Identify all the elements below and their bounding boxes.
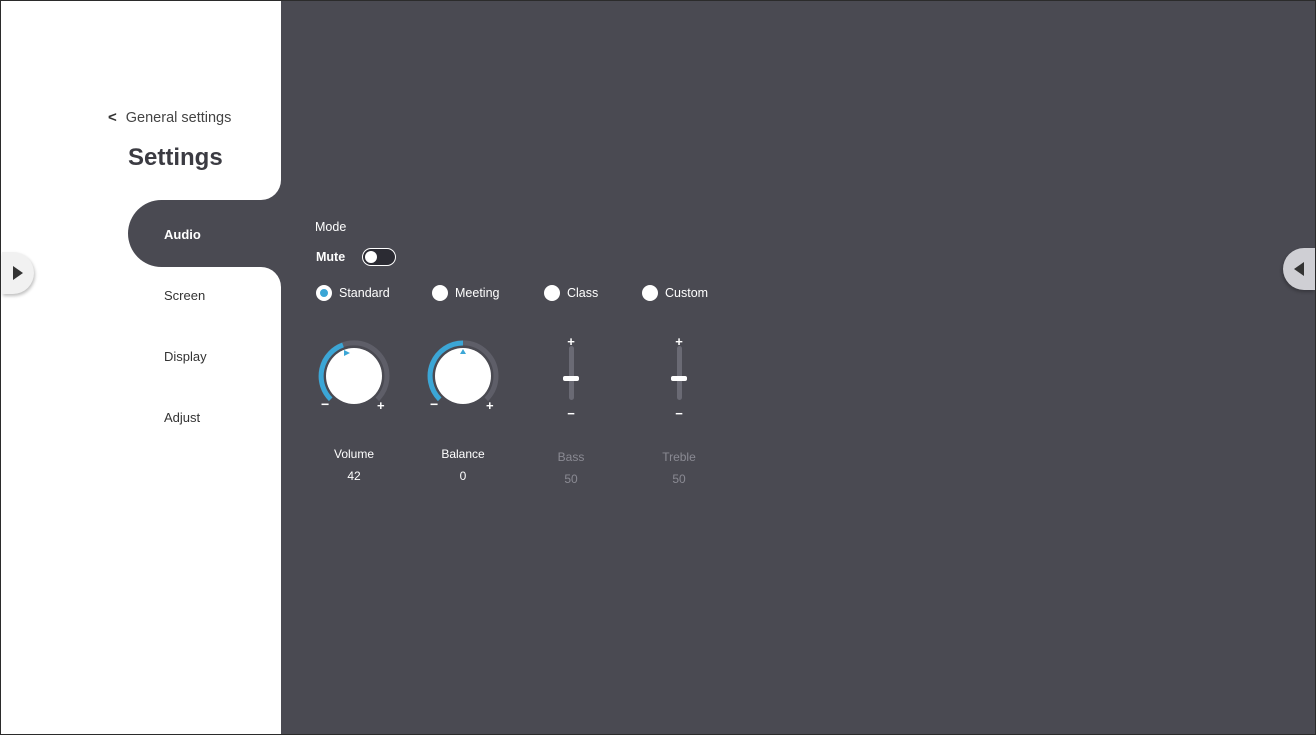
radio-selected-icon (316, 285, 332, 301)
bass-value: 50 (564, 472, 578, 486)
selected-tab-background (128, 200, 281, 267)
mode-radio-standard[interactable]: Standard (316, 285, 390, 301)
treble-label: Treble (662, 450, 696, 464)
balance-value: 0 (459, 469, 467, 483)
minus-icon: − (567, 406, 575, 421)
treble-slider[interactable]: + − (669, 334, 689, 421)
radio-label: Meeting (455, 286, 500, 300)
chevron-left-icon: < (108, 109, 117, 126)
mute-toggle[interactable] (362, 248, 396, 266)
triangle-right-icon (13, 266, 23, 280)
minus-icon: − (675, 406, 683, 421)
mode-label: Mode (315, 220, 347, 234)
volume-value: 42 (347, 469, 361, 483)
sidebar-item-adjust[interactable]: Adjust (164, 410, 200, 425)
radio-label: Custom (665, 286, 709, 300)
radio-unselected-icon (432, 285, 448, 301)
page-title: Settings (128, 144, 223, 171)
back-label: General settings (125, 109, 232, 126)
radio-label: Class (567, 286, 599, 300)
minus-icon: − (430, 396, 439, 412)
sidebar-item-screen[interactable]: Screen (164, 288, 205, 303)
sidebar-item-display[interactable]: Display (164, 349, 207, 364)
mode-radio-meeting[interactable]: Meeting (432, 285, 499, 301)
bass-label: Bass (557, 450, 585, 464)
volume-label: Volume (333, 447, 375, 461)
bass-slider[interactable]: + − (561, 334, 581, 421)
mode-radio-custom[interactable]: Custom (642, 285, 708, 301)
radio-label: Standard (339, 286, 390, 300)
minus-icon: − (321, 396, 330, 412)
mode-radio-class[interactable]: Class (544, 285, 598, 301)
slider-track (677, 346, 682, 400)
triangle-left-icon (1294, 262, 1304, 276)
volume-knob[interactable]: − + (314, 336, 394, 416)
balance-knob[interactable]: − + (423, 336, 503, 416)
slider-thumb[interactable] (563, 376, 579, 381)
mute-label: Mute (316, 250, 346, 264)
treble-value: 50 (672, 472, 686, 486)
sidebar-item-audio[interactable]: Audio (164, 227, 201, 242)
toggle-knob (365, 251, 377, 263)
plus-icon: + (486, 398, 494, 413)
balance-label: Balance (441, 447, 485, 461)
radio-unselected-icon (544, 285, 560, 301)
back-to-general-settings[interactable]: < General settings (108, 109, 231, 126)
right-drawer-handle[interactable] (1283, 248, 1315, 290)
radio-unselected-icon (642, 285, 658, 301)
slider-track (569, 346, 574, 400)
slider-thumb[interactable] (671, 376, 687, 381)
plus-icon: + (377, 398, 385, 413)
